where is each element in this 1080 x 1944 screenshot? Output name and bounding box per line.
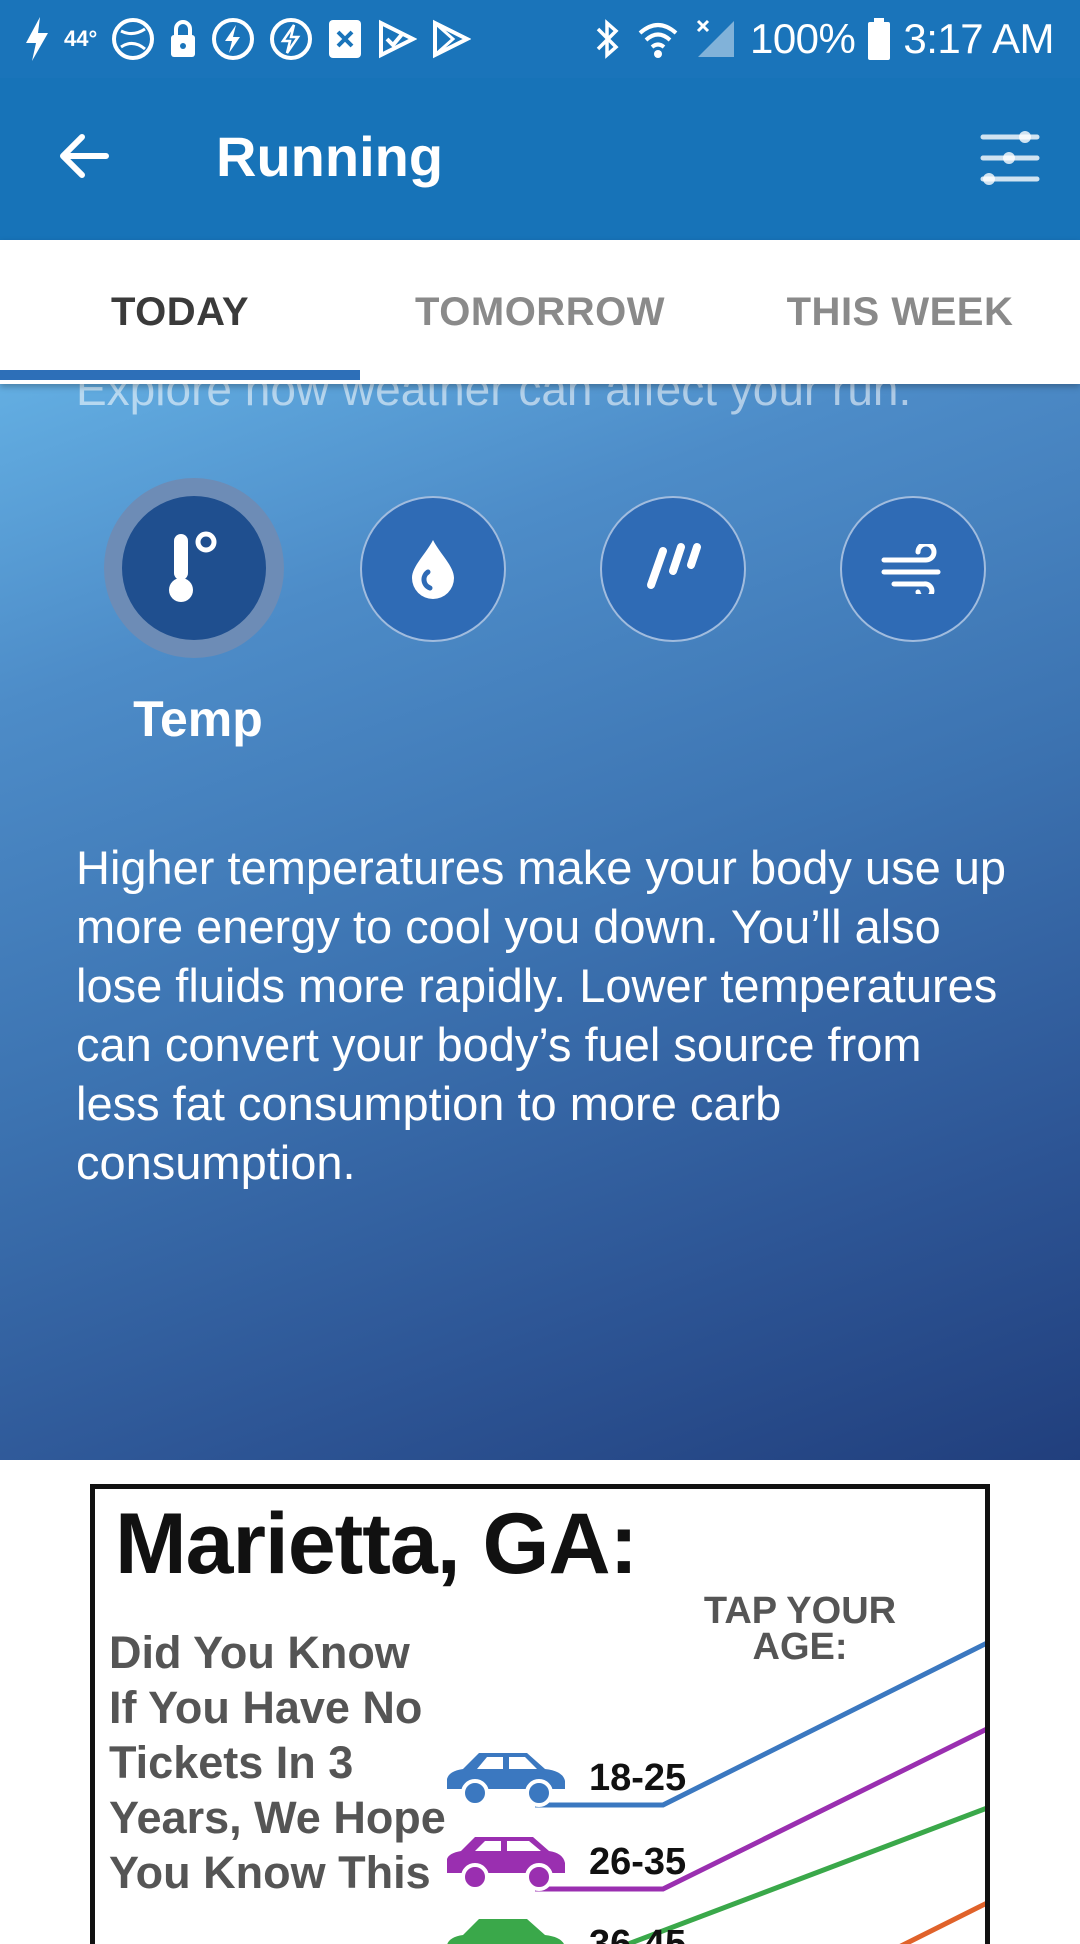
selected-metric-label: Temp (98, 690, 298, 748)
cell-signal-icon (694, 17, 738, 61)
flash-icon (24, 17, 50, 61)
age-option-36-45[interactable]: 36-45 (441, 1909, 686, 1944)
running-weather-panel: Explore how weather can affect your run. (0, 384, 1080, 1460)
metric-description: Higher temperatures make your body use u… (76, 838, 1016, 1192)
close-box-icon (327, 18, 363, 60)
notification-icons: 44° (24, 14, 471, 64)
car-icon (441, 1829, 571, 1895)
battery-percent: 100% (750, 15, 855, 63)
age-label: 26-35 (589, 1841, 686, 1884)
wind-icon (880, 544, 946, 594)
forecast-tabs: TODAY TOMORROW THIS WEEK (0, 240, 1080, 384)
lock-icon (169, 19, 197, 59)
advertisement[interactable]: Marietta, GA: Did You Know If You Have N… (90, 1484, 990, 1944)
metric-humidity-button[interactable] (360, 496, 506, 642)
wifi-icon (634, 17, 682, 61)
age-option-26-35[interactable]: 26-35 (441, 1827, 686, 1897)
intro-text: Explore how weather can affect your run. (76, 384, 911, 416)
sliders-icon (979, 129, 1041, 187)
bolt-circle-icon-2 (269, 17, 313, 61)
age-label: 18-25 (589, 1757, 686, 1800)
active-tab-indicator (0, 370, 360, 380)
filter-settings-button[interactable] (974, 122, 1046, 194)
tab-today[interactable]: TODAY (0, 240, 360, 384)
rain-icon (643, 541, 703, 597)
bolt-circle-icon (211, 17, 255, 61)
back-arrow-icon (58, 132, 110, 180)
bluetooth-icon (594, 17, 622, 61)
aperture-icon (111, 17, 155, 61)
metric-wind-button[interactable] (840, 496, 986, 642)
car-icon (441, 1911, 571, 1944)
back-button[interactable] (48, 120, 120, 192)
status-bar: 44° 100% (0, 0, 1080, 78)
play-store-icon (431, 19, 471, 59)
flag-check-icon (377, 19, 417, 59)
ad-line-46-plus (895, 1899, 990, 1944)
app-bar: Running (0, 78, 1080, 240)
tab-tomorrow[interactable]: TOMORROW (360, 240, 720, 384)
water-drop-icon (408, 538, 458, 600)
car-icon (441, 1745, 571, 1811)
battery-icon (867, 17, 891, 61)
metric-rain-button[interactable] (600, 496, 746, 642)
clock: 3:17 AM (903, 15, 1054, 63)
weather-temp-indicator: 44° (64, 26, 97, 52)
age-option-18-25[interactable]: 18-25 (441, 1743, 686, 1813)
metric-temp-button[interactable] (104, 478, 284, 658)
age-label: 36-45 (589, 1923, 686, 1944)
page-title: Running (216, 124, 443, 189)
system-status: 100% 3:17 AM (594, 10, 1054, 68)
tab-this-week[interactable]: THIS WEEK (720, 240, 1080, 384)
thermometer-icon (164, 528, 224, 608)
